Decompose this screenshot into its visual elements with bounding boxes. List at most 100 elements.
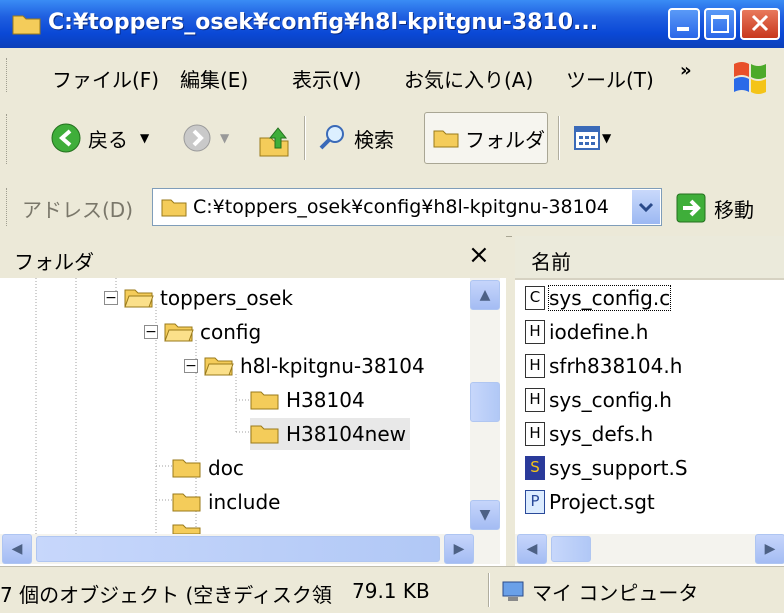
title-bar[interactable]: C:¥toppers_osek¥config¥h8l-kpitgnu-3810.… bbox=[0, 0, 784, 48]
file-name: sys_support.S bbox=[549, 456, 688, 480]
views-button[interactable]: ▼ bbox=[574, 114, 611, 162]
menu-favorites[interactable]: お気に入り(A) bbox=[404, 64, 533, 93]
status-bar: 7 個のオブジェクト (空きディスク領 79.1 KB マイ コンピュータ bbox=[0, 566, 784, 613]
folders-label: フォルダ bbox=[465, 127, 545, 152]
tree-node-include[interactable]: include bbox=[172, 486, 280, 518]
folder-pane-header: フォルダ × bbox=[0, 236, 506, 278]
menu-edit[interactable]: 編集(E) bbox=[180, 64, 248, 93]
address-input[interactable]: C:¥toppers_osek¥config¥h8l-kpitgnu-38104 bbox=[152, 188, 662, 226]
scroll-thumb[interactable] bbox=[551, 536, 591, 562]
tree-node-config[interactable]: − config bbox=[144, 316, 261, 348]
go-arrow-icon bbox=[676, 193, 706, 223]
scroll-thumb[interactable] bbox=[36, 536, 440, 562]
search-label: 検索 bbox=[354, 127, 394, 152]
status-location-label: マイ コンピュータ bbox=[532, 581, 699, 605]
folder-icon bbox=[161, 199, 187, 217]
folders-button[interactable]: フォルダ bbox=[424, 112, 548, 164]
windows-logo-icon bbox=[734, 62, 766, 94]
search-button[interactable]: 検索 bbox=[318, 114, 394, 162]
folder-icon bbox=[172, 493, 201, 512]
column-header-label: 名前 bbox=[531, 250, 571, 274]
tree-node-h38104[interactable]: H38104 bbox=[250, 384, 365, 416]
menu-tools[interactable]: ツール(T) bbox=[566, 64, 654, 93]
folder-tree-horizontal-scrollbar[interactable]: ◀ ▶ bbox=[0, 534, 500, 564]
file-item[interactable]: H sys_defs.h bbox=[525, 418, 653, 450]
column-header-name[interactable]: 名前 bbox=[515, 236, 784, 280]
file-list-horizontal-scrollbar[interactable]: ◀ ▶ bbox=[515, 534, 784, 564]
address-bar: アドレス(D) C:¥toppers_osek¥config¥h8l-kpitg… bbox=[0, 178, 784, 237]
h-file-icon: H bbox=[525, 388, 545, 412]
forward-arrow-icon bbox=[183, 124, 211, 152]
file-name: sys_config.h bbox=[549, 388, 672, 412]
folder-pane-close-button[interactable]: × bbox=[468, 240, 490, 270]
back-dropdown-arrow-icon[interactable]: ▼ bbox=[140, 131, 149, 145]
menu-file[interactable]: ファイル(F) bbox=[52, 64, 159, 93]
folder-icon bbox=[433, 130, 459, 148]
forward-button[interactable]: ▼ bbox=[182, 114, 229, 162]
file-name: sfrh838104.h bbox=[549, 354, 683, 378]
file-item[interactable]: H sys_config.h bbox=[525, 384, 672, 416]
tree-node-h8l-kpitgnu-38104[interactable]: − h8l-kpitgnu-38104 bbox=[184, 350, 425, 382]
scroll-up-button[interactable]: ▲ bbox=[470, 280, 500, 310]
tree-node-label: H38104 bbox=[286, 388, 365, 412]
file-item[interactable]: P Project.sgt bbox=[525, 486, 655, 518]
file-name: sys_defs.h bbox=[549, 422, 654, 446]
minimize-button[interactable] bbox=[668, 8, 700, 40]
scroll-right-button[interactable]: ▶ bbox=[755, 534, 784, 564]
file-item[interactable]: S sys_support.S bbox=[525, 452, 688, 484]
menu-overflow-chevron[interactable]: » bbox=[680, 60, 692, 81]
file-item[interactable]: H iodefine.h bbox=[525, 316, 648, 348]
tree-node-h38104new[interactable]: H38104new bbox=[250, 418, 410, 450]
toolbar-grip[interactable] bbox=[6, 114, 10, 164]
scroll-left-button[interactable]: ◀ bbox=[2, 534, 32, 564]
status-object-count: 7 個のオブジェクト (空きディスク領 bbox=[0, 583, 332, 607]
collapse-icon[interactable]: − bbox=[144, 325, 158, 339]
file-item[interactable]: H sfrh838104.h bbox=[525, 350, 682, 382]
back-button[interactable]: 戻る ▼ bbox=[50, 114, 149, 162]
tree-node-toppers-osek[interactable]: − toppers_osek bbox=[104, 282, 293, 314]
search-icon bbox=[319, 125, 344, 150]
forward-dropdown-arrow-icon[interactable]: ▼ bbox=[220, 131, 229, 145]
folder-icon bbox=[250, 391, 279, 410]
scroll-right-button[interactable]: ▶ bbox=[444, 534, 474, 564]
up-folder-icon[interactable] bbox=[258, 126, 292, 160]
tree-node-label: h8l-kpitgnu-38104 bbox=[240, 354, 425, 378]
toolbar-grip[interactable] bbox=[6, 188, 10, 226]
address-value: C:¥toppers_osek¥config¥h8l-kpitgnu-38104 bbox=[193, 196, 609, 218]
tree-node-doc[interactable]: doc bbox=[172, 452, 244, 484]
views-dropdown-arrow-icon: ▼ bbox=[602, 131, 612, 145]
asm-file-icon: S bbox=[525, 456, 545, 480]
address-dropdown-button[interactable] bbox=[631, 190, 660, 224]
standard-toolbar: 戻る ▼ ▼ 検索 フォルダ ▼ bbox=[0, 102, 784, 179]
folder-tree: − toppers_osek − config − h8l-kpitgnu-38… bbox=[0, 278, 468, 534]
views-grid-icon bbox=[574, 126, 600, 150]
c-file-icon: C bbox=[525, 286, 545, 310]
go-label: 移動 bbox=[714, 197, 754, 222]
status-location: マイ コンピュータ bbox=[500, 577, 698, 606]
project-file-icon: P bbox=[525, 490, 545, 514]
collapse-icon[interactable]: − bbox=[184, 359, 198, 373]
folder-pane-title: フォルダ bbox=[14, 250, 94, 274]
status-size: 79.1 KB bbox=[348, 579, 430, 603]
h-file-icon: H bbox=[525, 320, 545, 344]
toolbar-grip[interactable] bbox=[6, 58, 10, 92]
address-label: アドレス(D) bbox=[22, 198, 134, 222]
folder-icon bbox=[172, 459, 201, 478]
scroll-thumb[interactable] bbox=[470, 382, 500, 422]
maximize-button[interactable] bbox=[704, 8, 736, 40]
folder-pane: フォルダ × − toppers_osek − config − h8l-kpi… bbox=[0, 236, 506, 612]
menu-view[interactable]: 表示(V) bbox=[292, 64, 361, 93]
scroll-down-button[interactable]: ▼ bbox=[470, 500, 500, 530]
folder-tree-vertical-scrollbar[interactable]: ▲ ▼ bbox=[470, 278, 500, 534]
scroll-left-button[interactable]: ◀ bbox=[517, 534, 547, 564]
go-button[interactable]: 移動 bbox=[676, 190, 754, 226]
tree-node-label: toppers_osek bbox=[160, 286, 293, 310]
tree-node-label: H38104new bbox=[286, 422, 406, 446]
file-item[interactable]: C sys_config.c bbox=[525, 282, 672, 314]
tree-node-label: include bbox=[208, 490, 281, 514]
my-computer-icon bbox=[502, 581, 524, 601]
collapse-icon[interactable]: − bbox=[104, 291, 118, 305]
close-button[interactable] bbox=[740, 8, 780, 40]
chevron-down-icon bbox=[638, 202, 654, 213]
file-list-pane: 名前 C sys_config.c H iodefine.h H sfrh838… bbox=[512, 236, 784, 612]
